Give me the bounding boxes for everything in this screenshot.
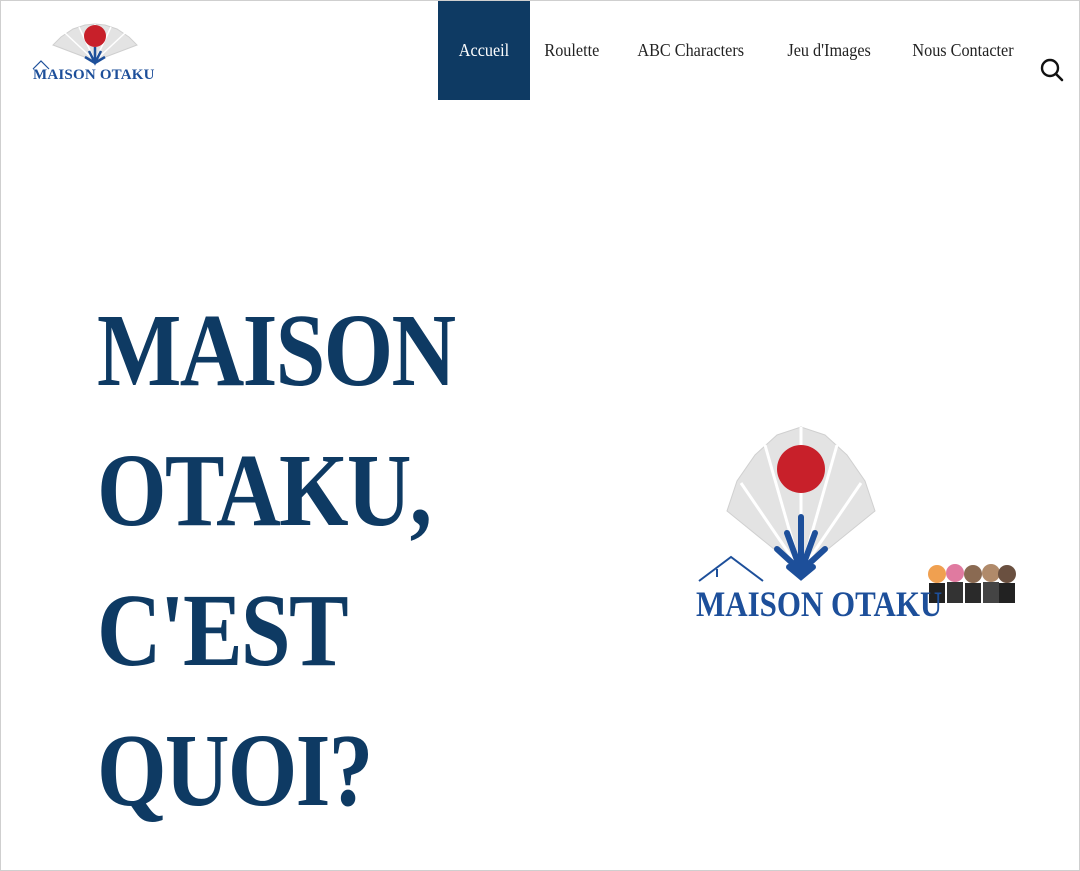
page: MAISON OTAKU Accueil Roulette ABC Charac… — [0, 0, 1080, 871]
hero-title-line-3: C'EST — [97, 573, 349, 688]
nav-item-roulette[interactable]: Roulette — [530, 1, 614, 100]
site-header: MAISON OTAKU Accueil Roulette ABC Charac… — [1, 1, 1079, 101]
nav-item-accueil[interactable]: Accueil — [438, 1, 530, 100]
nav-item-abc-characters[interactable]: ABC Characters — [623, 1, 758, 100]
main-nav: Accueil Roulette ABC Characters Jeu d'Im… — [438, 1, 1043, 100]
hero-logo-image: MAISON OTAKU — [693, 421, 1023, 636]
logo-text: MAISON OTAKU — [33, 67, 155, 83]
hero-logo-text: MAISON OTAKU — [696, 584, 943, 624]
site-logo[interactable]: MAISON OTAKU — [31, 19, 163, 89]
hero-title-line-1: MAISON — [97, 293, 456, 408]
hero-title-line-4: QUOI? — [97, 713, 373, 828]
nav-item-jeu-d-images[interactable]: Jeu d'Images — [773, 1, 885, 100]
search-icon[interactable] — [1039, 57, 1065, 83]
hero-title: MAISON OTAKU, C'EST QUOI? — [97, 281, 458, 841]
nav-item-nous-contacter[interactable]: Nous Contacter — [898, 1, 1028, 100]
nav-label: Accueil — [458, 40, 510, 60]
hero-title-line-2: OTAKU, — [97, 433, 432, 548]
